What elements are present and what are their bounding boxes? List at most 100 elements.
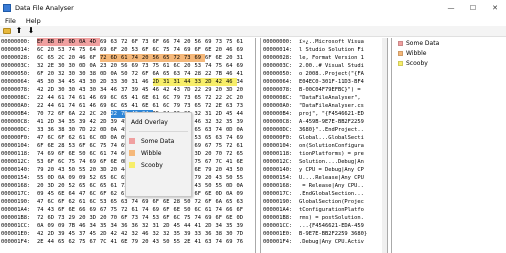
hex-byte[interactable]: 2D — [163, 222, 174, 230]
hex-byte[interactable]: BF — [58, 38, 69, 46]
hex-byte[interactable]: 0D — [226, 182, 237, 190]
hex-byte[interactable]: 30 — [90, 78, 101, 86]
hex-byte[interactable]: 65 — [100, 174, 111, 182]
hex-byte[interactable]: 50 — [184, 206, 195, 214]
hex-byte[interactable]: 75 — [195, 158, 206, 166]
hex-byte[interactable]: 63 — [205, 238, 216, 246]
hex-byte[interactable]: 62 — [69, 238, 80, 246]
hex-byte[interactable]: 65 — [79, 182, 90, 190]
hex-byte[interactable]: 55 — [237, 174, 248, 182]
hex-byte[interactable]: 72 — [226, 142, 237, 150]
hex-byte[interactable]: 6C — [195, 206, 206, 214]
hex-byte[interactable]: 67 — [90, 238, 101, 246]
hex-byte[interactable]: 45 — [37, 78, 48, 86]
hex-byte[interactable]: 6F — [58, 134, 69, 142]
overlay-list-item[interactable]: Wibble — [392, 49, 506, 58]
hex-byte[interactable]: 67 — [205, 142, 216, 150]
hex-byte[interactable]: 0D — [100, 126, 111, 134]
hex-byte[interactable]: 09 — [48, 222, 59, 230]
hex-byte[interactable]: 46 — [226, 70, 237, 78]
hex-byte[interactable]: 75 — [153, 62, 164, 70]
hex-byte[interactable]: 33 — [111, 78, 122, 86]
hex-byte[interactable]: 66 — [226, 206, 237, 214]
hex-byte[interactable]: 3D — [48, 182, 59, 190]
hex-byte[interactable]: 63 — [205, 126, 216, 134]
hex-byte[interactable]: 69 — [237, 62, 248, 70]
hex-byte[interactable]: 70 — [111, 214, 122, 222]
hex-byte[interactable]: 50 — [205, 182, 216, 190]
hex-byte[interactable]: 69 — [132, 62, 143, 70]
hex-byte[interactable]: 20 — [216, 46, 227, 54]
hex-byte[interactable]: 63 — [226, 102, 237, 110]
hex-byte[interactable]: 75 — [79, 46, 90, 54]
hex-byte[interactable]: 2D — [48, 86, 59, 94]
hex-byte[interactable]: 72 — [132, 70, 143, 78]
overlay-list-item[interactable]: Scooby — [392, 59, 506, 68]
hex-byte[interactable]: 6F — [58, 206, 69, 214]
hex-byte[interactable]: 6E — [174, 206, 185, 214]
hex-byte[interactable]: 69 — [205, 38, 216, 46]
hex-byte[interactable]: 30 — [69, 126, 80, 134]
hex-byte[interactable]: 45 — [48, 190, 59, 198]
hex-byte[interactable]: 32 — [132, 230, 143, 238]
ascii-text[interactable]: A-459B-9E7E-BB2F2259 — [299, 118, 364, 126]
hex-byte[interactable]: 09 — [69, 174, 80, 182]
hex-byte[interactable]: 6E — [205, 190, 216, 198]
hex-byte[interactable]: 66 — [79, 206, 90, 214]
hex-byte[interactable]: 7C — [216, 158, 227, 166]
hex-byte[interactable]: 55 — [37, 174, 48, 182]
hex-byte[interactable]: 0D — [79, 62, 90, 70]
hex-byte[interactable]: 32 — [58, 70, 69, 78]
hex-byte[interactable]: 22 — [90, 126, 101, 134]
hex-byte[interactable]: 38 — [58, 126, 69, 134]
hex-byte[interactable]: 74 — [37, 150, 48, 158]
ascii-text[interactable]: o 2008..Project("{FA — [299, 70, 364, 78]
up-button[interactable]: ⬆ — [14, 26, 24, 36]
hex-byte[interactable]: 46 — [90, 102, 101, 110]
hex-byte[interactable]: 34 — [111, 222, 122, 230]
hex-byte[interactable]: 7C — [100, 238, 111, 246]
hex-byte[interactable]: 46 — [79, 222, 90, 230]
hex-byte[interactable]: 30 — [69, 70, 80, 78]
hex-byte[interactable]: 6F — [121, 214, 132, 222]
hex-byte[interactable]: 33 — [194, 78, 205, 86]
hex-byte[interactable]: 79 — [205, 166, 216, 174]
hex-byte[interactable]: 72 — [100, 54, 111, 62]
hex-byte[interactable]: 45 — [142, 86, 153, 94]
hex-byte[interactable]: 42 — [215, 78, 226, 86]
hex-byte[interactable]: 65 — [121, 94, 132, 102]
hex-byte[interactable]: 65 — [226, 198, 237, 206]
hex-byte[interactable]: 74 — [216, 126, 227, 134]
hex-byte[interactable]: 20 — [237, 94, 248, 102]
hex-byte[interactable]: 64 — [90, 46, 101, 54]
hex-byte[interactable]: 44 — [184, 222, 195, 230]
hex-byte[interactable]: 6F — [132, 38, 143, 46]
hex-byte[interactable]: 0A — [237, 182, 248, 190]
hex-byte[interactable]: 6E — [205, 46, 216, 54]
hex-byte[interactable]: 50 — [226, 174, 237, 182]
hex-byte[interactable]: 0A — [226, 190, 237, 198]
menu-help[interactable]: Help — [21, 17, 46, 25]
hex-byte[interactable]: 65 — [163, 54, 174, 62]
hex-byte[interactable]: 30 — [90, 86, 101, 94]
hex-byte[interactable]: 75 — [216, 142, 227, 150]
hex-byte[interactable]: 79 — [174, 102, 185, 110]
hex-byte[interactable]: 53 — [195, 62, 206, 70]
hex-byte[interactable]: 6F — [205, 198, 216, 206]
hex-byte[interactable]: 72 — [37, 214, 48, 222]
hex-byte[interactable]: 20 — [48, 46, 59, 54]
hex-byte[interactable]: 61 — [111, 182, 122, 190]
hex-byte[interactable]: 74 — [111, 150, 122, 158]
hex-byte[interactable]: 63 — [121, 198, 132, 206]
hex-byte[interactable]: 0A — [111, 134, 122, 142]
hex-byte[interactable]: 72 — [121, 206, 132, 214]
hex-byte[interactable]: 6F — [79, 142, 90, 150]
hex-byte[interactable]: 44 — [48, 238, 59, 246]
hex-byte[interactable]: 69 — [205, 214, 216, 222]
hex-byte[interactable]: 0D — [48, 174, 59, 182]
hex-byte[interactable]: 62 — [69, 134, 80, 142]
hex-byte[interactable]: 20 — [37, 182, 48, 190]
ascii-text[interactable]: rms) = postSolution. — [299, 214, 364, 222]
hex-byte[interactable]: 73 — [132, 214, 143, 222]
ascii-view[interactable]: 00000000: ï»¿..Microsoft Visua 00000014: l … — [260, 38, 388, 253]
